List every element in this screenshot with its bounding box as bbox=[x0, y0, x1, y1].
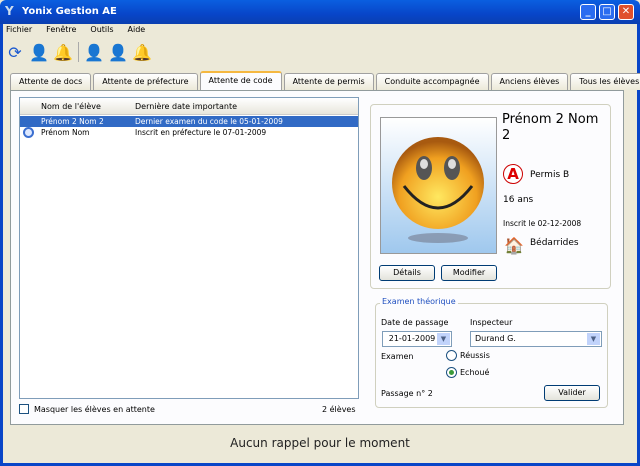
minimize-button[interactable]: _ bbox=[580, 4, 596, 20]
menu-aide[interactable]: Aide bbox=[128, 25, 146, 34]
echoue-radio[interactable] bbox=[446, 367, 457, 378]
add-bell-icon[interactable]: 🔔 bbox=[132, 42, 152, 62]
student-list[interactable]: Nom de l'élève Dernière date importante … bbox=[19, 97, 359, 399]
hide-waiting-checkbox[interactable] bbox=[19, 404, 29, 414]
modifier-button[interactable]: Modifier bbox=[441, 265, 497, 281]
student-age: 16 ans bbox=[503, 195, 534, 205]
student-name: Prénom 2 Nom 2 bbox=[41, 117, 104, 126]
column-header-date[interactable]: Dernière date importante bbox=[135, 102, 237, 111]
title-bar: Y Yonix Gestion AE _ □ ✕ bbox=[0, 0, 640, 24]
status-bar: Aucun rappel pour le moment bbox=[3, 426, 637, 463]
refresh-icon[interactable]: ⟳ bbox=[6, 42, 24, 62]
date-value: 21-01-2009 bbox=[388, 334, 436, 343]
examen-label: Examen bbox=[381, 352, 414, 361]
tab-conduite-accompagnee[interactable]: Conduite accompagnée bbox=[375, 73, 489, 90]
add-person-icon[interactable]: 👤 bbox=[108, 42, 128, 62]
user-icon[interactable]: 👤 bbox=[29, 42, 49, 62]
tab-tous-eleves[interactable]: Tous les élèves bbox=[570, 73, 640, 90]
close-button[interactable]: ✕ bbox=[618, 4, 634, 20]
menu-fenetre[interactable]: Fenêtre bbox=[46, 25, 76, 34]
valider-button[interactable]: Valider bbox=[544, 385, 600, 401]
exam-legend: Examen théorique bbox=[380, 297, 458, 306]
window-title: Yonix Gestion AE bbox=[22, 6, 117, 17]
tab-bar: Attente de docs Attente de préfecture At… bbox=[10, 71, 640, 90]
permis-icon: A bbox=[503, 164, 523, 184]
reussi-label: Réussis bbox=[460, 351, 490, 360]
list-item[interactable]: Prénom Nom Inscrit en préfecture le 07-0… bbox=[20, 127, 358, 138]
echoue-label: Echoué bbox=[460, 368, 490, 377]
column-header-name[interactable]: Nom de l'élève bbox=[41, 102, 101, 111]
student-photo bbox=[380, 117, 497, 254]
tab-attente-docs[interactable]: Attente de docs bbox=[10, 73, 92, 90]
student-name: Prénom Nom bbox=[41, 128, 90, 137]
inspecteur-label: Inspecteur bbox=[470, 318, 513, 327]
passage-number: Passage n° 2 bbox=[381, 389, 433, 398]
hide-waiting-label: Masquer les élèves en attente bbox=[34, 405, 155, 414]
toolbar: ⟳ 👤 🔔 👤 👤 🔔 bbox=[6, 42, 152, 62]
student-name-title: Prénom 2 Nom 2 bbox=[502, 112, 599, 143]
permis-type: Permis B bbox=[530, 170, 570, 180]
inspecteur-value: Durand G. bbox=[475, 334, 516, 343]
tab-anciens-eleves[interactable]: Anciens élèves bbox=[490, 73, 569, 90]
chevron-down-icon[interactable]: ▼ bbox=[587, 333, 600, 345]
chevron-down-icon[interactable]: ▼ bbox=[437, 333, 450, 345]
toolbar-separator bbox=[78, 42, 79, 62]
clock-icon bbox=[23, 127, 34, 138]
app-icon: Y bbox=[5, 4, 14, 18]
student-date: Inscrit en préfecture le 07-01-2009 bbox=[135, 128, 267, 137]
bell-icon[interactable]: 🔔 bbox=[53, 42, 73, 62]
add-user-icon[interactable]: 👤 bbox=[84, 42, 104, 62]
menu-fichier[interactable]: Fichier bbox=[6, 25, 32, 34]
details-button[interactable]: Détails bbox=[379, 265, 435, 281]
house-icon: 🏠 bbox=[504, 236, 524, 255]
registration-date: Inscrit le 02-12-2008 bbox=[503, 219, 582, 228]
student-count: 2 élèves bbox=[322, 405, 356, 414]
date-picker[interactable]: 21-01-2009 ▼ bbox=[382, 331, 452, 347]
tab-attente-prefecture[interactable]: Attente de préfecture bbox=[93, 73, 198, 90]
list-item[interactable]: Prénom 2 Nom 2 Dernier examen du code le… bbox=[20, 116, 358, 127]
maximize-button[interactable]: □ bbox=[599, 4, 615, 20]
tab-attente-permis[interactable]: Attente de permis bbox=[283, 73, 374, 90]
menu-outils[interactable]: Outils bbox=[90, 25, 113, 34]
reussi-radio[interactable] bbox=[446, 350, 457, 361]
list-header: Nom de l'élève Dernière date importante bbox=[20, 98, 358, 115]
smiley-icon bbox=[392, 137, 484, 243]
student-city: Bédarrides bbox=[530, 238, 579, 248]
menu-bar: Fichier Fenêtre Outils Aide bbox=[6, 25, 145, 34]
inspecteur-select[interactable]: Durand G. ▼ bbox=[470, 331, 602, 347]
student-date: Dernier examen du code le 05-01-2009 bbox=[135, 117, 283, 126]
tab-attente-code[interactable]: Attente de code bbox=[199, 71, 282, 90]
date-label: Date de passage bbox=[381, 318, 449, 327]
